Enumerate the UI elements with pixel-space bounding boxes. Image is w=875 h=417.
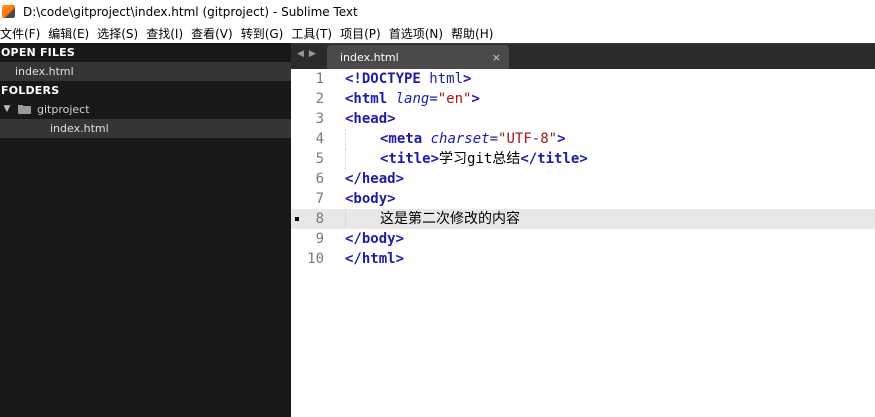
line-number: 10 (307, 251, 324, 267)
code-token: <meta (380, 131, 423, 147)
menu-bar: 文件(F) 编辑(E) 选择(S) 查找(I) 查看(V) 转到(G) 工具(T… (0, 23, 875, 43)
open-file-item[interactable]: index.html (0, 62, 291, 81)
folder-open-icon (18, 105, 31, 114)
code-token: <title> (380, 151, 440, 167)
code-editor[interactable]: 1 2 3 4 5 6 7 8 9 10 <!DOCTYPE html> <html lang="e… (291, 69, 875, 417)
code-token: <html (345, 91, 388, 107)
code-line[interactable]: <!DOCTYPE html> (345, 69, 875, 89)
code-token: lang (395, 91, 430, 107)
code-token: > (557, 131, 566, 147)
menu-file[interactable]: 文件(F) (0, 25, 44, 42)
code-token: = (429, 91, 438, 107)
code-line[interactable]: 这是第二次修改的内容 (341, 209, 875, 229)
menu-tools[interactable]: 工具(T) (291, 25, 336, 42)
code-line[interactable]: <head> (345, 109, 875, 129)
code-token: <head> (345, 111, 396, 127)
menu-goto[interactable]: 转到(G) (241, 25, 288, 42)
code-token: > (471, 91, 480, 107)
code-token: = (489, 131, 499, 147)
indent-guide (345, 209, 380, 229)
code-token: </html> (345, 251, 405, 267)
code-token: </title> (520, 151, 588, 167)
code-token: charset (430, 131, 490, 147)
menu-preferences[interactable]: 首选项(N) (389, 25, 447, 42)
menu-help[interactable]: 帮助(H) (451, 25, 497, 42)
menu-selection[interactable]: 选择(S) (97, 25, 142, 42)
code-token: html (429, 71, 464, 87)
code-token: </head> (345, 171, 405, 187)
code-token: 这是第二次修改的内容 (380, 211, 520, 227)
code-token: > (463, 71, 472, 87)
code-line[interactable]: <html lang="en"> (345, 89, 875, 109)
close-icon[interactable]: × (492, 51, 501, 64)
disclosure-triangle-icon[interactable]: ▼ (0, 100, 14, 119)
line-number: 1 (315, 71, 324, 87)
line-number: 2 (315, 91, 324, 107)
code-line[interactable]: </html> (345, 249, 875, 269)
code-token: "UTF-8" (498, 131, 558, 147)
tab-index-html[interactable]: index.html × (327, 45, 509, 70)
menu-edit[interactable]: 编辑(E) (48, 25, 93, 42)
code-token: <!DOCTYPE (345, 71, 421, 87)
title-bar: D:\code\gitproject\index.html (gitprojec… (0, 0, 875, 23)
code-token: </body> (345, 231, 405, 247)
line-number-gutter: 1 2 3 4 5 6 7 8 9 10 (291, 69, 341, 417)
line-number: 9 (315, 231, 324, 247)
folders-header: FOLDERS (1, 84, 60, 97)
open-files-header: OPEN FILES (1, 46, 76, 59)
code-line[interactable]: </body> (345, 229, 875, 249)
indent-guide (345, 149, 380, 169)
code-token: 学习git总结 (439, 151, 521, 167)
line-number: 6 (315, 171, 324, 187)
code-token: "en" (437, 91, 472, 107)
folder-item-gitproject[interactable]: ▼ gitproject (0, 100, 291, 119)
code-token: <body> (345, 191, 396, 207)
line-number: 3 (315, 111, 324, 127)
menu-project[interactable]: 项目(P) (340, 25, 385, 42)
tab-label: index.html (340, 51, 399, 64)
tab-bar: ◀▶ index.html × (291, 43, 875, 70)
line-number: 4 (315, 131, 324, 147)
code-line[interactable]: <body> (345, 189, 875, 209)
indent-guide (345, 129, 380, 149)
code-line[interactable]: </head> (345, 169, 875, 189)
tab-next-icon[interactable]: ▶ (309, 49, 321, 59)
code-line[interactable]: <title>学习git总结</title> (345, 149, 875, 169)
line-number: 5 (315, 151, 324, 167)
line-number: 7 (315, 191, 324, 207)
folder-file-item[interactable]: index.html (0, 119, 291, 138)
folder-label: gitproject (37, 103, 90, 116)
code-line[interactable]: <meta charset="UTF-8"> (345, 129, 875, 149)
line-number: 8 (291, 209, 341, 229)
menu-find[interactable]: 查找(I) (146, 25, 187, 42)
sidebar: OPEN FILES index.html FOLDERS ▼ gitproje… (0, 43, 291, 417)
tab-prev-icon[interactable]: ◀ (297, 49, 309, 59)
sublime-app-icon (2, 5, 15, 18)
menu-view[interactable]: 查看(V) (191, 25, 237, 42)
tab-nav-arrows: ◀▶ (297, 49, 321, 59)
code-area[interactable]: <!DOCTYPE html> <html lang="en"> <head> <me… (341, 69, 875, 269)
window-title: D:\code\gitproject\index.html (gitprojec… (23, 4, 358, 19)
modified-line-marker-icon (295, 217, 299, 221)
